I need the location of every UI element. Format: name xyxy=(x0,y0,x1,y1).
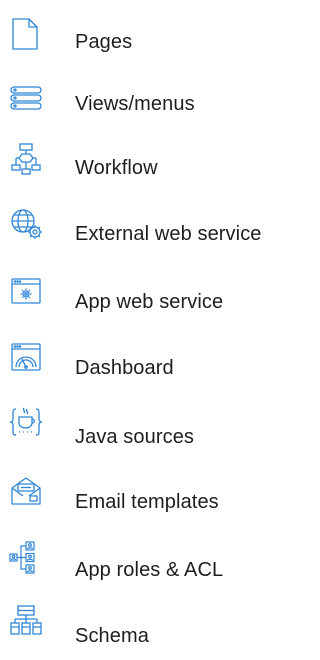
menu-item-label: Dashboard xyxy=(75,357,174,379)
menu-item-email-templates[interactable]: Email templates xyxy=(0,470,301,528)
menu-item-label: Schema xyxy=(75,625,149,647)
menu-item-java-sources[interactable]: Java sources xyxy=(0,402,301,460)
dashboard-icon xyxy=(8,340,44,376)
menu-item-label: App web service xyxy=(75,291,224,313)
menu-item-schema[interactable]: Schema xyxy=(0,602,301,660)
schema-icon xyxy=(8,604,44,640)
menu-item-external-web-service[interactable]: External web service xyxy=(0,202,301,260)
menu-item-label: Workflow xyxy=(75,157,158,179)
external-web-service-icon xyxy=(8,206,44,242)
pages-icon xyxy=(8,16,44,52)
views-menus-icon xyxy=(8,80,44,116)
email-templates-icon xyxy=(8,474,44,510)
feature-menu: Pages Views/menus Workflow External web … xyxy=(0,0,301,647)
menu-item-app-web-service[interactable]: App web service xyxy=(0,270,301,328)
menu-item-label: App roles & ACL xyxy=(75,559,224,581)
menu-item-pages[interactable]: Pages xyxy=(0,12,301,70)
menu-item-views-menus[interactable]: Views/menus xyxy=(0,74,301,132)
menu-item-dashboard[interactable]: Dashboard xyxy=(0,336,301,394)
menu-item-label: Java sources xyxy=(75,426,195,448)
app-web-service-icon xyxy=(8,274,44,310)
menu-item-workflow[interactable]: Workflow xyxy=(0,137,301,195)
menu-item-label: Views/menus xyxy=(75,93,195,115)
menu-item-label: Pages xyxy=(75,31,133,53)
java-sources-icon xyxy=(8,404,44,440)
menu-item-label: Email templates xyxy=(75,491,219,513)
app-roles-acl-icon xyxy=(8,540,44,576)
workflow-icon xyxy=(8,141,44,177)
menu-item-app-roles-acl[interactable]: App roles & ACL xyxy=(0,538,301,596)
menu-item-label: External web service xyxy=(75,223,262,245)
